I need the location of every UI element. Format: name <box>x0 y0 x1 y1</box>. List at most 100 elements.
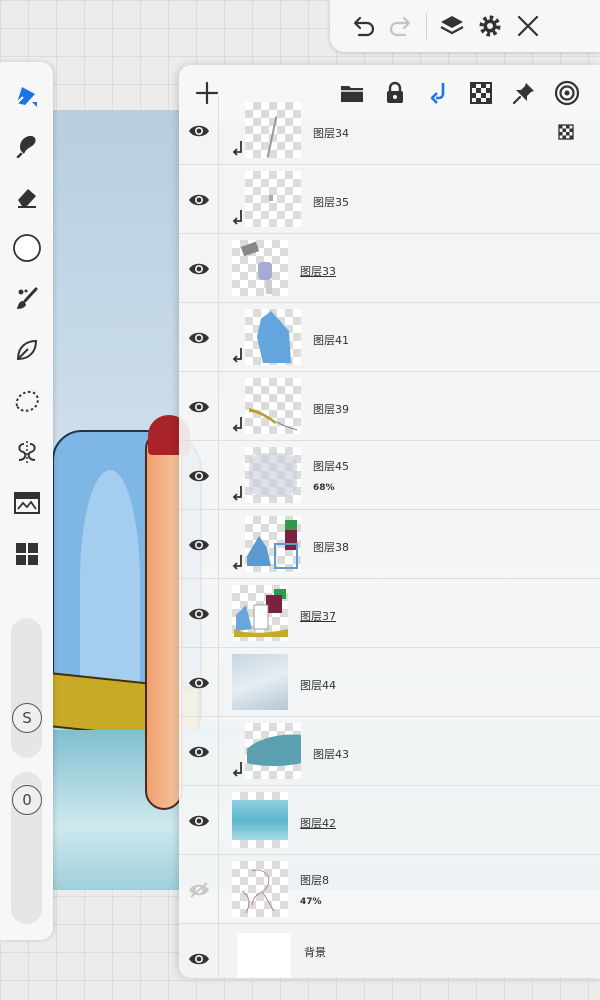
color-circle-icon <box>13 234 41 262</box>
visibility-toggle[interactable] <box>179 165 219 234</box>
close-icon <box>517 15 539 37</box>
layer-row[interactable]: 图层44 <box>179 648 600 717</box>
layer-row[interactable]: 图层41 <box>179 303 600 372</box>
leaf-tool-button[interactable] <box>8 331 46 369</box>
brush-size-slider[interactable] <box>11 618 42 758</box>
clip-arrow-icon <box>232 348 242 363</box>
redo-button[interactable] <box>382 6 420 46</box>
visibility-toggle[interactable] <box>179 441 219 510</box>
pen-icon <box>16 87 37 107</box>
clip-arrow-icon <box>232 210 242 225</box>
visibility-toggle[interactable] <box>179 717 219 786</box>
layer-name: 图层41 <box>313 334 349 347</box>
alpha-lock-indicator-icon <box>558 124 574 140</box>
layer-row[interactable]: 图层34 <box>179 96 600 165</box>
image-adjust-icon <box>14 492 40 514</box>
layer-row[interactable]: 图层45 68% <box>179 441 600 510</box>
layer-thumbnail <box>232 792 288 848</box>
grid-tool-button[interactable] <box>8 535 46 573</box>
layer-row[interactable]: 图层38 <box>179 510 600 579</box>
layer-thumbnail <box>245 516 301 572</box>
symmetry-tool-button[interactable] <box>8 433 46 471</box>
eye-hidden-icon <box>188 881 209 898</box>
settings-button[interactable] <box>471 6 509 46</box>
layer-row[interactable]: 图层8 47% <box>179 855 600 924</box>
visibility-toggle[interactable] <box>179 303 219 372</box>
toolbar-divider <box>426 13 427 39</box>
layer-thumbnail <box>245 447 301 503</box>
layer-name: 图层43 <box>313 748 349 761</box>
visibility-toggle[interactable] <box>179 786 219 855</box>
artwork-figure <box>145 430 183 810</box>
symmetry-icon <box>18 441 36 463</box>
undo-icon <box>353 16 375 37</box>
visibility-toggle[interactable] <box>179 372 219 441</box>
artwork-sail-highlight <box>80 470 140 690</box>
layer-name: 图层39 <box>313 403 349 416</box>
layer-thumbnail <box>232 654 288 710</box>
layer-thumbnail <box>232 240 288 296</box>
color-picker-button[interactable] <box>8 229 46 267</box>
layer-row[interactable]: 图层33 <box>179 234 600 303</box>
layer-name: 图层38 <box>313 541 349 554</box>
eye-icon <box>188 608 209 619</box>
layer-thumbnail <box>245 309 301 365</box>
lasso-tool-button[interactable] <box>8 382 46 420</box>
eye-icon <box>188 125 209 136</box>
layer-name: 图层8 <box>300 874 329 887</box>
visibility-toggle[interactable] <box>179 510 219 579</box>
visibility-toggle[interactable] <box>179 648 219 717</box>
eraser-tool-button[interactable] <box>8 178 46 216</box>
smudge-tool-button[interactable] <box>8 126 46 164</box>
top-toolbar <box>330 0 600 52</box>
eye-icon <box>188 815 209 826</box>
brush-tool-button[interactable] <box>8 280 46 318</box>
layer-opacity: 68% <box>313 483 335 493</box>
layer-name: 图层35 <box>313 196 349 209</box>
layer-opacity: 47% <box>300 897 322 907</box>
adjust-tool-button[interactable] <box>8 484 46 522</box>
clip-arrow-icon <box>232 141 242 156</box>
layers-panel: 图层34 图层35 图层33 图层41 图层39 图层45 68% 图层38 图… <box>179 65 600 978</box>
clip-arrow-icon <box>232 417 242 432</box>
eye-icon <box>188 401 209 412</box>
eye-icon <box>188 470 209 481</box>
clip-arrow-icon <box>232 486 242 501</box>
visibility-toggle[interactable] <box>179 96 219 165</box>
eye-icon <box>188 746 209 757</box>
clip-arrow-icon <box>232 762 242 777</box>
pen-tool-button[interactable] <box>8 76 46 114</box>
layer-row-background[interactable]: 背景 <box>179 924 600 978</box>
layer-thumbnail <box>245 102 301 158</box>
brush-size-badge: S <box>12 703 42 733</box>
visibility-toggle[interactable] <box>179 234 219 303</box>
layer-thumbnail <box>245 171 301 227</box>
layer-name: 图层44 <box>300 679 336 692</box>
tool-sidebar: S 0 <box>0 62 53 940</box>
layer-row[interactable]: 图层35 <box>179 165 600 234</box>
layer-thumbnail <box>245 378 301 434</box>
lasso-icon <box>15 390 39 412</box>
layer-thumbnail <box>232 861 288 917</box>
layer-name: 图层33 <box>300 265 336 278</box>
layer-thumbnail <box>245 723 301 779</box>
leaf-icon <box>16 339 38 361</box>
visibility-toggle[interactable] <box>179 855 219 924</box>
layers-button[interactable] <box>433 6 471 46</box>
gear-icon <box>479 15 501 37</box>
layer-name: 背景 <box>304 946 326 959</box>
layer-row[interactable]: 图层37 <box>179 579 600 648</box>
layer-thumbnail <box>237 933 291 978</box>
eraser-icon <box>18 189 36 208</box>
close-button[interactable] <box>509 6 547 46</box>
layer-name: 图层37 <box>300 610 336 623</box>
visibility-toggle[interactable] <box>179 579 219 648</box>
layer-name: 图层42 <box>300 817 336 830</box>
layer-row[interactable]: 图层39 <box>179 372 600 441</box>
undo-button[interactable] <box>344 6 382 46</box>
layer-row[interactable]: 图层43 <box>179 717 600 786</box>
visibility-toggle[interactable] <box>179 924 219 978</box>
layer-name: 图层45 <box>313 460 349 473</box>
brush-opacity-badge: 0 <box>12 785 42 815</box>
layer-row[interactable]: 图层42 <box>179 786 600 855</box>
